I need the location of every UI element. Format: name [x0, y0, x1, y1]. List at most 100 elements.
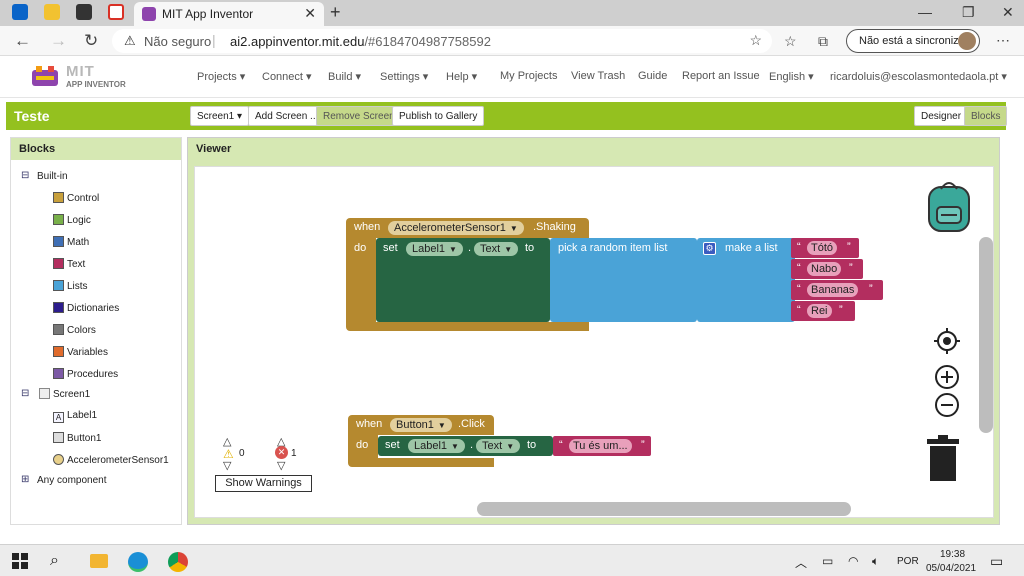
category-colors[interactable]: Colors — [53, 324, 96, 336]
collections-icon[interactable]: ⧉ — [818, 33, 828, 50]
user-menu[interactable]: ricardoluis@escolasmontedaola.pt ▾ — [830, 70, 1007, 83]
close-window-icon[interactable]: ✕ — [1002, 4, 1014, 21]
category-logic[interactable]: Logic — [53, 214, 91, 226]
component-dropdown[interactable]: AccelerometerSensor1 ▼ — [388, 221, 524, 235]
reload-icon[interactable]: ↻ — [84, 31, 98, 51]
menu-help[interactable]: Help ▾ — [446, 70, 477, 83]
chrome-icon[interactable] — [168, 552, 188, 572]
vertical-scrollbar[interactable] — [979, 237, 993, 433]
make-list-block[interactable]: ⚙ make a list — [697, 238, 795, 322]
search-icon[interactable]: ⌕ — [50, 552, 59, 570]
text-item-value[interactable]: Nabo — [807, 262, 842, 276]
category-control[interactable]: Control — [53, 192, 99, 204]
category-dictionaries[interactable]: Dictionaries — [53, 302, 119, 314]
tree-builtin[interactable]: Built-in — [37, 171, 68, 182]
designer-button[interactable]: Designer — [914, 106, 969, 126]
classroom-tab-icon[interactable] — [76, 4, 92, 20]
tray-chevron-icon[interactable]: ︿ — [795, 554, 807, 571]
language-indicator[interactable]: POR — [897, 556, 919, 567]
blocks-workspace[interactable]: when AccelerometerSensor1 ▼ .Shaking do s… — [194, 166, 994, 518]
trash-icon[interactable] — [925, 435, 961, 483]
forward-icon[interactable]: → — [50, 31, 67, 51]
edge-icon[interactable] — [128, 552, 148, 572]
setter-block-1[interactable]: set Label1 ▼ . Text ▼ to — [376, 238, 550, 322]
volume-icon[interactable]: 🔈︎ — [872, 554, 879, 569]
menu-settings[interactable]: Settings ▾ — [380, 70, 428, 83]
next-error-icon[interactable]: ▽ — [277, 459, 285, 472]
expand-any-icon[interactable]: ⊞ — [21, 474, 29, 485]
menu-build[interactable]: Build ▾ — [328, 70, 361, 83]
notifications-icon[interactable]: ▭ — [990, 553, 1003, 570]
component-label1[interactable]: A Label1 — [53, 410, 97, 423]
drive-tab-icon[interactable] — [44, 4, 60, 20]
mutator-gear-icon[interactable]: ⚙ — [703, 242, 716, 255]
text-item-value[interactable]: Bananas — [807, 283, 859, 297]
mit-app-inventor-logo[interactable]: MIT APP INVENTOR — [28, 60, 138, 94]
setter-block-2[interactable]: set Label1 ▼ . Text ▼ to — [378, 436, 553, 456]
link-report-issue[interactable]: Report an Issue — [682, 70, 760, 82]
property-dropdown[interactable]: Text ▼ — [474, 242, 519, 256]
windows-start-icon[interactable] — [12, 553, 28, 569]
close-tab-icon[interactable]: ✕ — [304, 5, 316, 22]
restore-icon[interactable]: ❐ — [962, 4, 975, 21]
sync-button[interactable]: Não está a sincronizar — [846, 29, 980, 53]
link-my-projects[interactable]: My Projects — [500, 70, 557, 82]
text-item-toto[interactable]: “ Tótó ” — [791, 238, 859, 258]
text-item-rei[interactable]: “ Rei ” — [791, 301, 855, 321]
pick-random-block[interactable]: pick a random item list — [550, 238, 697, 322]
text-block-tu-es-um[interactable]: “ Tu és um... ” — [553, 436, 651, 456]
category-lists[interactable]: Lists — [53, 280, 88, 292]
active-tab[interactable]: MIT App Inventor ✕ — [134, 2, 324, 26]
favorites-icon[interactable]: ☆ — [784, 33, 797, 50]
component-dropdown[interactable]: Button1 ▼ — [390, 418, 452, 432]
collapse-builtin-icon[interactable]: ⊟ — [21, 170, 29, 181]
new-tab-icon[interactable]: + — [330, 2, 341, 23]
blocks-button[interactable]: Blocks — [964, 106, 1008, 126]
publish-gallery-button[interactable]: Publish to Gallery — [392, 106, 485, 126]
url-field[interactable]: ⚠ Não seguro | ai2.appinventor.mit.edu/#… — [112, 29, 772, 53]
link-view-trash[interactable]: View Trash — [571, 70, 625, 82]
language-menu[interactable]: English ▾ — [769, 70, 814, 83]
category-text[interactable]: Text — [53, 258, 85, 270]
text-item-value[interactable]: Tótó — [807, 241, 838, 255]
target-dropdown[interactable]: Label1 ▼ — [406, 242, 463, 256]
file-explorer-icon[interactable] — [90, 554, 108, 568]
text-item-value[interactable]: Rei — [807, 304, 832, 318]
collapse-screen-icon[interactable]: ⊟ — [21, 388, 29, 399]
outlook-tab-icon[interactable] — [12, 4, 28, 20]
category-variables[interactable]: Variables — [53, 346, 108, 358]
tree-screen1[interactable]: Screen1 — [39, 388, 90, 400]
screen-select[interactable]: Screen1 ▾ — [190, 106, 250, 126]
property-dropdown[interactable]: Text ▼ — [476, 439, 521, 453]
back-icon[interactable]: ← — [14, 31, 31, 51]
clock-time[interactable]: 19:38 — [940, 549, 965, 560]
category-math[interactable]: Math — [53, 236, 89, 248]
link-guide[interactable]: Guide — [638, 70, 667, 82]
battery-icon[interactable]: ▭ — [822, 554, 833, 568]
horizontal-scrollbar[interactable] — [477, 502, 851, 516]
component-accelerometer[interactable]: AccelerometerSensor1 — [53, 454, 169, 466]
show-warnings-button[interactable]: Show Warnings — [215, 475, 312, 492]
text-item-bananas[interactable]: “ Bananas ” — [791, 280, 883, 300]
wifi-icon[interactable]: ◠ — [848, 554, 858, 568]
tree-any-component[interactable]: Any component — [37, 475, 107, 486]
target-dropdown[interactable]: Label1 ▼ — [408, 439, 465, 453]
zoom-out-icon[interactable] — [933, 391, 961, 419]
more-icon[interactable]: ⋯ — [996, 32, 1010, 49]
menu-connect[interactable]: Connect ▾ — [262, 70, 312, 83]
text-item-nabo[interactable]: “ Nabo ” — [791, 259, 863, 279]
backpack-icon[interactable] — [921, 175, 977, 235]
menu-projects[interactable]: Projects ▾ — [197, 70, 245, 83]
category-procedures[interactable]: Procedures — [53, 368, 118, 380]
recenter-icon[interactable] — [933, 327, 961, 355]
remove-screen-button[interactable]: Remove Screen — [316, 106, 402, 126]
favorite-star-icon[interactable]: ☆ — [749, 32, 762, 49]
minimize-icon[interactable]: — — [918, 4, 932, 20]
add-screen-button[interactable]: Add Screen ... — [248, 106, 326, 126]
gmail-tab-icon[interactable] — [108, 4, 124, 20]
text-value[interactable]: Tu és um... — [569, 439, 632, 453]
zoom-in-icon[interactable] — [933, 363, 961, 391]
next-warning-icon[interactable]: ▽ — [223, 459, 231, 472]
component-button1[interactable]: Button1 — [53, 432, 101, 444]
clock-date[interactable]: 05/04/2021 — [926, 563, 976, 574]
